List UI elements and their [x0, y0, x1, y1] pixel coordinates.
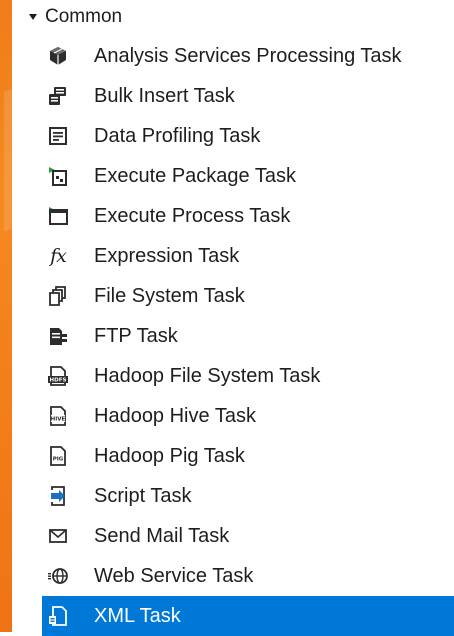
toolbox-item-label: Hadoop File System Task [94, 364, 321, 387]
toolbox-item-file-system[interactable]: File System Task [12, 276, 454, 316]
ftp-icon [46, 324, 70, 348]
pig-icon: PIG [46, 444, 70, 468]
toolbox-item-label: Bulk Insert Task [94, 84, 235, 107]
toolbox-item-label: Expression Task [94, 244, 240, 267]
toolbox-item-label: FTP Task [94, 324, 178, 347]
toolbox-item-list: Analysis Services Processing Task Bulk I… [12, 36, 454, 636]
hive-badge: HIVE [51, 417, 66, 423]
triangle-down-icon[interactable] [22, 12, 44, 22]
toolbox-item-label: Execute Process Task [94, 204, 291, 227]
window-process-icon [46, 204, 70, 228]
hive-icon: HIVE [46, 404, 70, 428]
toolbox-item-analysis-services-processing[interactable]: Analysis Services Processing Task [12, 36, 454, 76]
toolbox-item-hadoop-hive[interactable]: HIVE Hadoop Hive Task [12, 396, 454, 436]
toolbox-item-hadoop-pig[interactable]: PIG Hadoop Pig Task [12, 436, 454, 476]
toolbox-item-label: File System Task [94, 284, 245, 307]
toolbox-item-send-mail[interactable]: Send Mail Task [12, 516, 454, 556]
toolbox-item-label: Data Profiling Task [94, 124, 261, 147]
mail-icon [46, 524, 70, 548]
group-label: Common [45, 6, 123, 27]
pig-badge: PIG [53, 457, 64, 463]
toolbox-item-expression[interactable]: fx Expression Task [12, 236, 454, 276]
hdfs-badge: HDFS [50, 378, 67, 384]
toolbox-item-execute-package[interactable]: Execute Package Task [12, 156, 454, 196]
toolbox-item-execute-process[interactable]: Execute Process Task [12, 196, 454, 236]
package-icon [46, 164, 70, 188]
toolbox-item-hadoop-file-system[interactable]: HDFS Hadoop File System Task [12, 356, 454, 396]
toolbox-item-label: Execute Package Task [94, 164, 296, 187]
file-system-icon [46, 284, 70, 308]
toolbox-item-xml[interactable]: XML Task [42, 596, 454, 636]
script-icon [46, 484, 70, 508]
toolbox-item-label: Hadoop Hive Task [94, 404, 256, 427]
toolbox-item-label: Web Service Task [94, 564, 254, 587]
window-accent-edge [0, 0, 12, 632]
toolbox-item-label: Hadoop Pig Task [94, 444, 245, 467]
toolbox-item-label: Send Mail Task [94, 524, 230, 547]
xml-icon [46, 604, 70, 628]
fx-glyph: fx [50, 245, 67, 267]
ssis-toolbox-panel: Common Analysis Services Processing Task [12, 0, 454, 636]
toolbox-item-label: Analysis Services Processing Task [94, 44, 402, 67]
fx-icon: fx [46, 244, 70, 268]
document-list-icon [46, 124, 70, 148]
toolbox-item-label: XML Task [94, 604, 181, 627]
toolbox-item-data-profiling[interactable]: Data Profiling Task [12, 116, 454, 156]
toolbox-item-ftp[interactable]: FTP Task [12, 316, 454, 356]
web-service-icon [46, 564, 70, 588]
toolbox-item-bulk-insert[interactable]: Bulk Insert Task [12, 76, 454, 116]
toolbox-item-script[interactable]: Script Task [12, 476, 454, 516]
toolbox-item-web-service[interactable]: Web Service Task [12, 556, 454, 596]
toolbox-item-label: Script Task [94, 484, 192, 507]
group-header-common[interactable]: Common [12, 0, 454, 34]
cube-icon [46, 44, 70, 68]
hdfs-icon: HDFS [46, 364, 70, 388]
database-insert-icon [46, 84, 70, 108]
